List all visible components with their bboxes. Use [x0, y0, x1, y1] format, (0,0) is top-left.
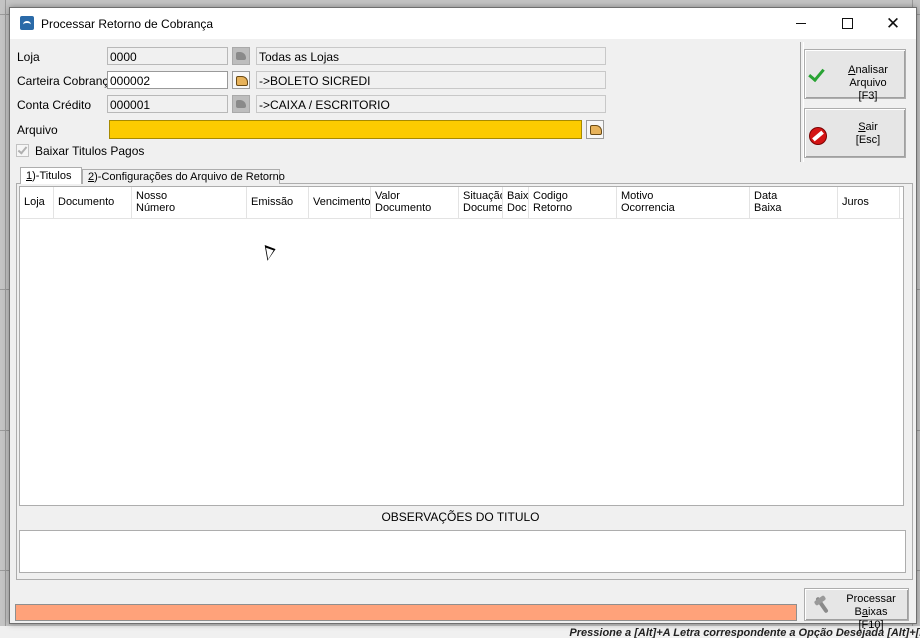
tools-icon	[813, 596, 831, 614]
col-juros[interactable]: Juros	[838, 187, 900, 218]
status-hint: Pressione a [Alt]+A Letra correspondente…	[0, 626, 920, 638]
titulos-grid[interactable]: Loja Documento Nosso Número Emissão Venci…	[19, 186, 904, 506]
col-vencimento[interactable]: Vencimento	[309, 187, 371, 218]
loja-picker-icon	[232, 47, 250, 65]
carteira-picker-icon[interactable]	[232, 71, 250, 89]
col-motivo-ocorrencia[interactable]: Motivo Ocorrencia	[617, 187, 750, 218]
carteira-desc-field: ->BOLETO SICREDI	[256, 71, 606, 89]
observacoes-box[interactable]	[19, 530, 906, 573]
sair-button-label: Sair [Esc]	[855, 121, 881, 146]
col-codigo-retorno[interactable]: Codigo Retorno	[529, 187, 617, 218]
arquivo-input[interactable]	[109, 120, 582, 139]
conta-picker-icon	[232, 95, 250, 113]
col-loja[interactable]: Loja	[20, 187, 54, 218]
analisar-arquivo-button[interactable]: Analisar Arquivo [F3]	[804, 49, 906, 102]
tab-titulos[interactable]: 1)-Titulos	[20, 167, 82, 184]
grid-header-divider	[20, 218, 903, 219]
loja-code-field: 0000	[107, 47, 228, 65]
conta-desc-field: ->CAIXA / ESCRITORIO	[256, 95, 606, 113]
col-nosso-numero[interactable]: Nosso Número	[132, 187, 247, 218]
app-icon	[20, 16, 34, 30]
processar-retorno-window: Processar Retorno de Cobrança ✕ Loja 000…	[9, 7, 917, 631]
col-data-baixa[interactable]: Data Baixa	[750, 187, 838, 218]
processar-button-label: Processar Baixas [F10]	[846, 593, 896, 631]
carteira-label: Carteira Cobrança	[17, 74, 116, 88]
conta-code-field: 000001	[107, 95, 228, 113]
arquivo-browse-icon[interactable]	[586, 120, 604, 139]
processar-baixas-button[interactable]: Processar Baixas [F10]	[804, 588, 909, 631]
col-situacao-documento[interactable]: Situação Docume	[459, 187, 503, 218]
title-bar[interactable]: Processar Retorno de Cobrança ✕	[10, 8, 916, 39]
arquivo-label: Arquivo	[17, 123, 58, 137]
tab-configuracoes[interactable]: 2)-Configurações do Arquivo de Retorno	[82, 169, 285, 184]
maximize-button[interactable]	[824, 8, 870, 39]
progress-bar	[15, 604, 797, 621]
baixar-titulos-label: Baixar Titulos Pagos	[35, 144, 145, 158]
sair-button[interactable]: Sair [Esc]	[804, 108, 906, 158]
col-documento[interactable]: Documento	[54, 187, 132, 218]
loja-label: Loja	[17, 50, 40, 64]
analisar-button-label: Analisar Arquivo [F3]	[848, 64, 888, 102]
conta-label: Conta Crédito	[17, 98, 92, 112]
col-baixa-documento[interactable]: Baix Doc	[503, 187, 529, 218]
window-title: Processar Retorno de Cobrança	[41, 17, 214, 31]
baixar-titulos-checkbox[interactable]	[16, 144, 29, 157]
col-emissao[interactable]: Emissão	[247, 187, 309, 218]
minimize-button[interactable]	[778, 8, 824, 39]
col-valor-documento[interactable]: Valor Documento	[371, 187, 459, 218]
check-icon	[809, 68, 819, 84]
close-button[interactable]: ✕	[870, 8, 916, 39]
observacoes-title: OBSERVAÇÕES DO TITULO	[381, 510, 540, 524]
carteira-code-field[interactable]: 000002	[107, 71, 228, 89]
loja-desc-field: Todas as Lojas	[256, 47, 606, 65]
stop-icon	[809, 127, 827, 145]
